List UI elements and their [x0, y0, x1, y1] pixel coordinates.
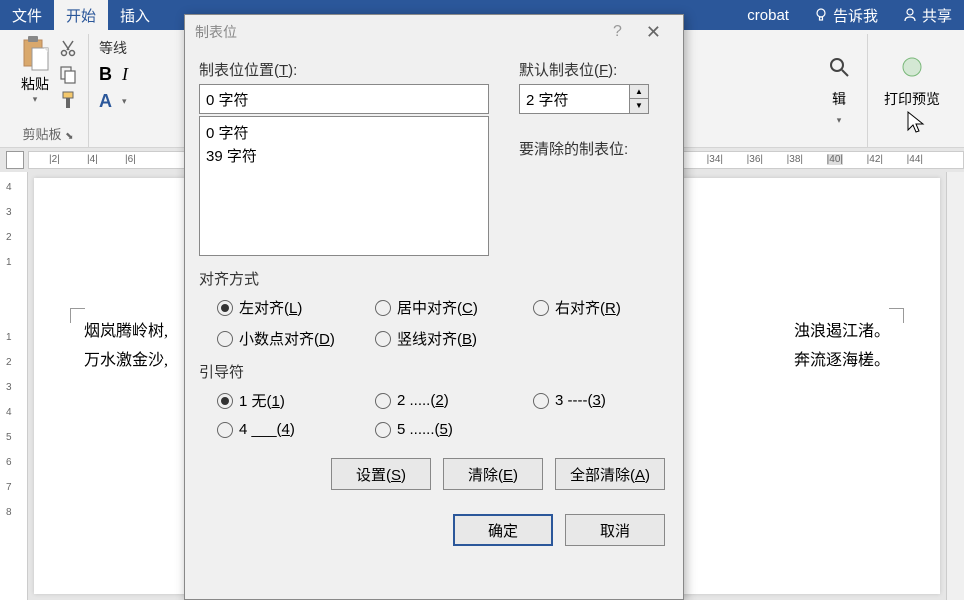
print-preview-icon[interactable] [900, 55, 924, 79]
menu-tellme[interactable]: 告诉我 [801, 0, 890, 30]
bold-button[interactable]: B [99, 64, 112, 85]
list-item[interactable]: 39 字符 [206, 144, 482, 167]
leader-section-title: 引导符 [199, 361, 669, 382]
tab-stops-dialog: 制表位 ? ✕ 制表位位置(T): 0 字符 39 字符 默认制表位(F): 2… [184, 14, 684, 600]
dialog-help-button[interactable]: ? [601, 23, 634, 41]
cancel-button[interactable]: 取消 [565, 514, 665, 546]
leader-1-radio[interactable]: 1 无(1) [217, 390, 347, 411]
font-color-button[interactable]: A [99, 91, 112, 112]
ok-button[interactable]: 确定 [453, 514, 553, 546]
font-name-selector[interactable]: 等线 [99, 38, 128, 58]
tab-position-input[interactable] [199, 84, 489, 114]
alignment-section-title: 对齐方式 [199, 268, 669, 289]
clipboard-icon [18, 34, 52, 74]
align-left-radio[interactable]: 左对齐(L) [217, 297, 347, 318]
spinner-up-button[interactable]: ▲ [630, 85, 648, 99]
cut-icon[interactable] [58, 38, 78, 58]
menu-file[interactable]: 文件 [0, 0, 54, 30]
menu-insert[interactable]: 插入 [108, 0, 162, 30]
doc-text-line1-left: 烟岚腾岭树, [84, 318, 168, 347]
search-icon[interactable] [827, 55, 851, 79]
vertical-scrollbar[interactable] [946, 172, 964, 600]
clear-all-button[interactable]: 全部清除(A) [555, 458, 665, 490]
clear-tabs-label: 要清除的制表位: [519, 138, 669, 159]
set-button[interactable]: 设置(S) [331, 458, 431, 490]
align-right-radio[interactable]: 右对齐(R) [533, 297, 663, 318]
tab-selector-button[interactable] [6, 151, 24, 169]
italic-button[interactable]: I [122, 64, 128, 85]
dialog-title: 制表位 [195, 22, 601, 42]
tab-position-label: 制表位位置(T): [199, 59, 489, 80]
ribbon-group-edit: 辑 ▾ [811, 34, 868, 147]
paste-button[interactable]: 粘贴 ▾ [18, 34, 52, 105]
leader-3-radio[interactable]: 3 ----(3) [533, 390, 663, 411]
default-tab-spinner[interactable]: 2 字符 ▲ ▼ [519, 84, 649, 114]
preview-label: 打印预览 [884, 89, 940, 109]
doc-text-line2-right: 奔流逐海槎。 [794, 347, 890, 376]
person-icon [902, 7, 918, 23]
edit-label: 辑 [832, 89, 846, 109]
dialog-close-button[interactable]: ✕ [634, 22, 673, 43]
menu-acrobat[interactable]: crobat [735, 0, 801, 30]
align-bar-radio[interactable]: 竖线对齐(B) [375, 328, 505, 349]
ribbon-group-font: 等线 B I A ▾ [89, 34, 138, 147]
align-center-radio[interactable]: 居中对齐(C) [375, 297, 505, 318]
align-decimal-radio[interactable]: 小数点对齐(D) [217, 328, 347, 349]
format-painter-icon[interactable] [58, 90, 78, 110]
copy-icon[interactable] [58, 64, 78, 84]
menu-share[interactable]: 共享 [890, 0, 964, 30]
leader-2-radio[interactable]: 2 .....(2) [375, 390, 505, 411]
leader-5-radio[interactable]: 5 ......(5) [375, 421, 505, 438]
default-tab-label: 默认制表位(F): [519, 59, 669, 80]
ribbon-group-clipboard: 粘贴 ▾ 剪贴板 ⬊ [8, 34, 89, 147]
tab-position-listbox[interactable]: 0 字符 39 字符 [199, 116, 489, 256]
vertical-ruler[interactable]: 4 3 2 1 1 2 3 4 5 6 7 8 [0, 172, 28, 600]
spinner-down-button[interactable]: ▼ [630, 99, 648, 113]
clipboard-label: 剪贴板 ⬊ [22, 122, 73, 147]
bulb-icon [813, 7, 829, 23]
menu-home[interactable]: 开始 [54, 0, 108, 30]
clear-button[interactable]: 清除(E) [443, 458, 543, 490]
ribbon-group-preview: 打印预览 ▾ [868, 34, 956, 147]
doc-text-line1-right: 浊浪遏江渚。 [794, 318, 890, 347]
list-item[interactable]: 0 字符 [206, 121, 482, 144]
leader-4-radio[interactable]: 4 ___(4) [217, 421, 347, 438]
doc-text-line2-left: 万水激金沙, [84, 347, 168, 376]
